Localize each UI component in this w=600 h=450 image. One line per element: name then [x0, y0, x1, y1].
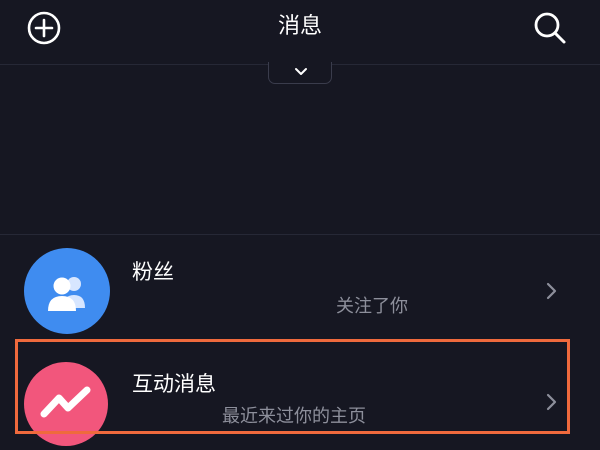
messages-screen: 消息 粉丝 关注了你 互动消息 最近来过你的主页	[0, 0, 600, 450]
fans-avatar	[24, 248, 110, 334]
chevron-down-icon	[295, 68, 307, 75]
search-icon	[534, 12, 566, 44]
search-button[interactable]	[531, 9, 569, 47]
people-icon	[48, 277, 85, 311]
expand-handle[interactable]	[268, 62, 332, 84]
chevron-right-icon	[546, 282, 557, 300]
list-item-subtitle: 关注了你	[336, 296, 408, 317]
page-title: 消息	[277, 14, 322, 39]
list-item-title: 粉丝	[132, 260, 174, 284]
highlight-box	[15, 339, 570, 434]
header-bar: 消息	[0, 0, 600, 56]
list-item-fans[interactable]: 粉丝 关注了你	[0, 235, 600, 335]
